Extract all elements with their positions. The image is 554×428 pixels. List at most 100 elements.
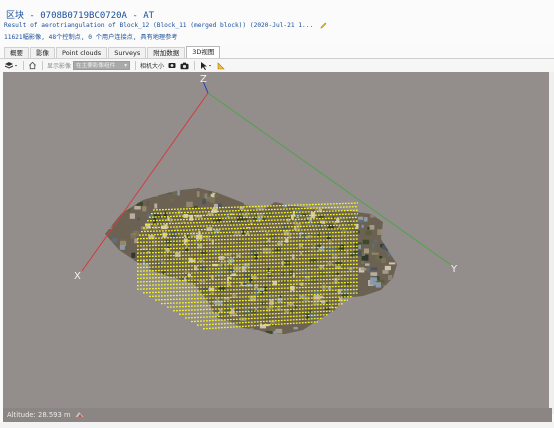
terrain-texture-patch — [332, 331, 336, 334]
terrain-texture-patch — [383, 291, 386, 296]
terrain-texture-patch — [255, 330, 261, 334]
terrain-texture-patch — [403, 298, 406, 303]
terrain-texture-patch — [142, 206, 147, 212]
viewport-scrollbar[interactable] — [549, 72, 554, 414]
terrain-texture-patch — [110, 330, 114, 334]
terrain-texture-patch — [227, 268, 234, 274]
terrain-texture-patch — [227, 247, 232, 250]
terrain-texture-patch — [132, 295, 139, 300]
terrain-texture-patch — [145, 193, 151, 196]
camera-icon[interactable] — [180, 60, 189, 71]
layers-dropdown-icon[interactable] — [4, 60, 18, 71]
terrain-texture-patch — [234, 195, 241, 200]
terrain-texture-patch — [401, 319, 405, 322]
toolbar-separator — [135, 61, 137, 70]
terrain-texture-patch — [113, 188, 117, 192]
terrain-texture-patch — [119, 254, 124, 260]
terrain-texture-patch — [273, 197, 281, 200]
home-icon[interactable] — [28, 60, 37, 71]
tab-point-clouds[interactable]: Point clouds — [56, 47, 108, 58]
terrain-texture-patch — [239, 335, 243, 339]
terrain-texture-patch — [153, 308, 157, 313]
terrain-texture-patch — [175, 252, 181, 258]
terrain-texture-patch — [364, 336, 366, 340]
terrain-texture-patch — [282, 188, 289, 191]
terrain-texture-patch — [187, 333, 191, 334]
terrain-texture-patch — [365, 263, 370, 266]
terrain-texture-patch — [352, 299, 358, 305]
tab-surveys[interactable]: Surveys — [108, 47, 147, 58]
terrain-texture-patch — [242, 192, 248, 197]
terrain-texture-patch — [105, 220, 110, 224]
3d-viewport[interactable]: X Y Z — [3, 72, 552, 414]
edit-pencil-icon[interactable] — [319, 21, 328, 30]
terrain-texture-patch — [396, 214, 397, 220]
terrain-texture-patch — [388, 262, 396, 265]
terrain-texture-patch — [370, 277, 378, 282]
terrain-texture-patch — [156, 321, 163, 327]
terrain-texture-patch — [269, 299, 274, 305]
terrain-texture-patch — [138, 330, 144, 334]
terrain-texture-patch — [303, 339, 307, 342]
navigation-mode-icon[interactable] — [199, 60, 213, 71]
terrain-texture-patch — [369, 249, 375, 254]
terrain-texture-patch — [340, 312, 347, 315]
terrain-texture-patch — [114, 271, 118, 275]
tab-overview[interactable]: 概要 — [4, 47, 29, 58]
terrain-texture-patch — [270, 192, 273, 198]
terrain-texture-patch — [330, 189, 336, 194]
terrain-texture-patch — [146, 323, 152, 328]
terrain-texture-patch — [361, 224, 364, 228]
terrain-texture-patch — [112, 238, 118, 243]
terrain-texture-patch — [400, 210, 406, 215]
terrain-texture-patch — [325, 318, 332, 323]
terrain-texture-patch — [267, 267, 271, 272]
terrain-texture-patch — [377, 229, 384, 235]
toolbar-separator — [42, 61, 43, 70]
terrain-texture-patch — [154, 328, 157, 334]
tab-additional-data[interactable]: 附加数据 — [147, 47, 186, 58]
terrain-texture-patch — [227, 303, 234, 308]
terrain-texture-patch — [162, 339, 168, 344]
terrain-texture-patch — [226, 188, 231, 190]
terrain-texture-patch — [107, 280, 112, 286]
measure-ruler-icon[interactable] — [217, 60, 227, 71]
camera-size-toggle-icon[interactable] — [168, 60, 176, 71]
terrain-texture-patch — [396, 268, 397, 274]
terrain-texture-patch — [395, 310, 397, 313]
terrain-texture-patch — [399, 326, 406, 331]
terrain-texture-patch — [349, 253, 355, 257]
terrain-texture-patch — [132, 338, 136, 340]
terrain-texture-patch — [390, 211, 395, 215]
terrain-texture-patch — [113, 195, 121, 201]
terrain-texture-patch — [349, 196, 352, 200]
terrain-texture-patch — [172, 316, 179, 320]
terrain-texture-patch — [262, 189, 269, 194]
terrain-texture-patch — [322, 189, 326, 194]
terrain-texture-patch — [217, 333, 222, 334]
terrain-texture-patch — [120, 329, 124, 333]
tab-3d-view[interactable]: 3D视图 — [186, 46, 221, 58]
terrain-texture-patch — [317, 336, 324, 339]
terrain-texture-patch — [381, 230, 388, 234]
tab-photos[interactable]: 影像 — [30, 47, 55, 58]
terrain-texture-patch — [208, 190, 213, 194]
terrain-texture-patch — [342, 313, 349, 316]
image-component-select[interactable]: 在主要影像组件 ▾ — [73, 61, 131, 70]
terrain-texture-patch — [231, 337, 235, 341]
terrain-texture-patch — [351, 325, 357, 329]
terrain-texture-patch — [134, 206, 141, 210]
terrain-texture-patch — [381, 318, 387, 322]
terrain-texture-patch — [341, 318, 348, 322]
terrain-texture-patch — [384, 210, 390, 216]
3d-scene[interactable]: X Y Z — [3, 72, 552, 414]
terrain-texture-patch — [349, 319, 355, 326]
terrain-texture-patch — [150, 298, 155, 301]
terrain-texture-patch — [255, 199, 260, 205]
terrain-texture-patch — [160, 330, 163, 334]
terrain-texture-patch — [382, 270, 389, 274]
terrain-texture-patch — [323, 334, 326, 337]
terrain-texture-patch — [370, 272, 378, 276]
terrain-texture-patch — [128, 259, 136, 264]
terrain-texture-patch — [136, 201, 143, 206]
